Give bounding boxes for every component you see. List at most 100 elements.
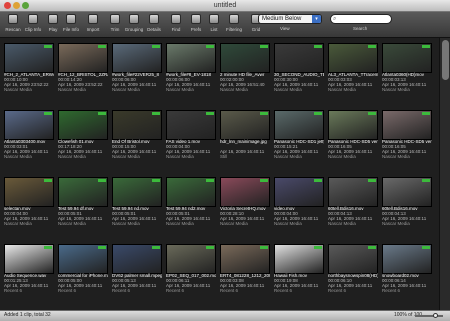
view-select[interactable]: Medium Below ▾ xyxy=(258,14,322,24)
clip-thumbnail[interactable] xyxy=(382,244,432,274)
search-input[interactable]: ⌕ xyxy=(330,14,392,24)
toolbar-button-details[interactable]: Details xyxy=(144,13,164,36)
clip-item[interactable]: 30_SECOND_AUDIO_TEST00:00:30:00Apr 16, 2… xyxy=(272,41,326,92)
clip-status-badge xyxy=(422,45,430,48)
clip-thumbnail[interactable] xyxy=(274,110,324,140)
clip-thumbnail[interactable] xyxy=(112,244,162,274)
clip-item[interactable]: Clowefish 01.mov 00:17:18:20 Apr 16, 2009 … xyxy=(56,108,110,159)
clip-item[interactable]: EP02_SEQ_017_002.mov 00:00:06:11 Apr 16, 2… xyxy=(164,242,218,293)
clip-item[interactable]: Victoria SecretHQ.mov 00:00:28:10 Apr 16, … xyxy=(218,175,272,226)
clip-thumbnail[interactable] xyxy=(382,177,432,207)
clip-thumbnail[interactable] xyxy=(274,43,324,73)
toolbar-button-find[interactable]: Find xyxy=(166,13,186,36)
clip-item[interactable]: northbaysnowspin08(HD) 00:00:06:10 Apr 16,… xyxy=(326,242,380,293)
clip-thumbnail[interactable] xyxy=(328,43,378,73)
chevron-down-icon: ▾ xyxy=(312,15,321,23)
clip-source: Nascar Media xyxy=(220,87,248,92)
clip-status-badge xyxy=(44,179,52,182)
clip-item[interactable]: End Of Bristol.mov 00:00:15:00 Apr 16, 200… xyxy=(110,108,164,159)
clip-source: Nascar Media xyxy=(112,221,140,226)
clip-item[interactable]: Audio Sequence.wav 00:01:25:13 Apr 16, 200… xyxy=(2,242,56,293)
clip-item[interactable]: selectan.mov 00:00:04:00 Apr 16, 2009 16:4… xyxy=(2,175,56,226)
clip-item[interactable]: #CH_12_BRISTOL_2ZRAR 00:00:14:20 Apr 16, 2… xyxy=(56,41,110,92)
scrollbar-thumb[interactable] xyxy=(442,40,449,80)
clip-source: Nascar Media xyxy=(382,221,410,226)
toolbar-button-play[interactable]: Play xyxy=(43,13,63,36)
clip-item[interactable]: video.mov 00:00:04:00 Apr 16, 2009 16:40:1… xyxy=(272,175,326,226)
clip-item[interactable]: #work_file#22VER25_8 00:00:06:00 Apr 16, 2… xyxy=(110,41,164,92)
toolbar-button-filtering[interactable]: Filtering xyxy=(224,13,244,36)
clip-thumbnail[interactable] xyxy=(4,43,54,73)
clip-thumbnail[interactable] xyxy=(58,43,108,73)
view-label: View xyxy=(280,26,290,31)
clip-thumbnail[interactable] xyxy=(220,244,270,274)
clip-item[interactable]: Panasonic HDC-SD5 vere 00:00:16:05 Apr 16,… xyxy=(326,108,380,159)
clip-item[interactable]: snowboard02.mov 00:00:06:14 Apr 16, 2009 1… xyxy=(380,242,434,293)
clip-item[interactable]: 60tell.Bdis16.mov 00:00:04:13 Apr 16, 2009… xyxy=(380,175,434,226)
clip-source: Nascar Media xyxy=(166,87,194,92)
window-titlebar: untitled xyxy=(0,0,450,12)
clip-item[interactable]: 60tell.Bdis16.mov 00:00:04:13 Apr 16, 2009… xyxy=(326,175,380,226)
clip-thumbnail[interactable] xyxy=(112,43,162,73)
clip-source: Nascar Media xyxy=(328,87,356,92)
toolbar-button-trim[interactable]: Trim xyxy=(105,13,125,36)
clip-source: Nascar Media xyxy=(4,221,32,226)
clip-item[interactable]: DV62 palmer small.mpeg 00:00:05:13 Apr 16,… xyxy=(110,242,164,293)
clip-thumbnail[interactable] xyxy=(382,110,432,140)
clip-thumbnail[interactable] xyxy=(112,110,162,140)
clip-item[interactable]: Panasonic HDC-SD5 vere 00:00:16:05 Apr 16,… xyxy=(380,108,434,159)
toolbar-button-list[interactable]: List xyxy=(204,13,224,36)
clip-status-badge xyxy=(44,246,52,249)
clip-thumbnail[interactable] xyxy=(58,110,108,140)
clip-thumbnail[interactable] xyxy=(166,177,216,207)
toolbar-button-import[interactable]: Import xyxy=(83,13,103,36)
clip-thumbnail[interactable] xyxy=(220,43,270,73)
clip-item[interactable]: ERT4_081228_1212_200 00:00:03:08 Apr 16, 2… xyxy=(218,242,272,293)
clip-item[interactable]: hdr_lnn_mainimage.jpg Apr 16, 2009 16:40:… xyxy=(218,108,272,159)
thumbnail-size-slider[interactable] xyxy=(415,313,443,318)
clip-thumbnail[interactable] xyxy=(4,110,54,140)
clip-item[interactable]: Test 59.94 nd.mov 00:00:05:01 Apr 16, 2009… xyxy=(110,175,164,226)
clip-thumbnail[interactable] xyxy=(4,244,54,274)
clip-status-badge xyxy=(314,179,322,182)
toolbar-button-file-info[interactable]: File Info xyxy=(61,13,81,36)
toolbar-button-rescan[interactable]: Rescan xyxy=(3,13,23,36)
clip-item[interactable]: Atlanta0303400.mov 00:00:03:01 Apr 16, 200… xyxy=(2,108,56,159)
clip-source: Recent 6 xyxy=(166,288,185,293)
clip-thumbnail[interactable] xyxy=(112,177,162,207)
clip-item[interactable]: #CH_2_ATLANTA_ERWAR 00:00:10:00 Apr 16, 20… xyxy=(2,41,56,92)
clip-thumbnail[interactable] xyxy=(166,43,216,73)
clip-thumbnail[interactable] xyxy=(220,177,270,207)
clip-item[interactable]: commercial for iPhone.m4v 00:00:05:00 Apr … xyxy=(56,242,110,293)
clip-item[interactable]: Test 59.94 nd2.mov 00:00:05:01 Apr 16, 200… xyxy=(164,175,218,226)
clip-thumbnail[interactable] xyxy=(328,244,378,274)
view-select-value: Medium Below xyxy=(262,16,302,22)
clip-thumbnail[interactable] xyxy=(220,110,270,140)
clip-thumbnail[interactable] xyxy=(274,244,324,274)
clip-item[interactable]: Atlanta0360(HD)mov 00:00:03:13 Apr 16, 200… xyxy=(380,41,434,92)
clip-item[interactable]: 2 minute HD file_Avwr 00:02:00:00 Apr 16, … xyxy=(218,41,272,92)
toolbar-button-prefs[interactable]: Prefs xyxy=(186,13,206,36)
clip-thumbnail[interactable] xyxy=(58,244,108,274)
clip-thumbnail[interactable] xyxy=(58,177,108,207)
clip-item[interactable]: AL3_ATLANTA_TTracemov 00:00:03:03 Apr 16, … xyxy=(326,41,380,92)
toolbar-button-grouping[interactable]: Grouping xyxy=(124,13,144,36)
clip-item[interactable]: Test 59.94 df.mov 00:00:05:01 Apr 16, 2009… xyxy=(56,175,110,226)
clip-item[interactable]: Hawaii Fish.mov 00:00:19:08 Apr 16, 2009 1… xyxy=(272,242,326,293)
clip-thumbnail[interactable] xyxy=(328,110,378,140)
clip-thumbnail[interactable] xyxy=(382,43,432,73)
slider-knob[interactable] xyxy=(433,313,438,318)
clip-thumbnail[interactable] xyxy=(274,177,324,207)
clip-grid: #CH_2_ATLANTA_ERWAR 00:00:10:00 Apr 16, 20… xyxy=(0,38,450,310)
clip-item[interactable]: Panasonic HDC-SD1 jetty 00:00:15:21 Apr 16… xyxy=(272,108,326,159)
clip-thumbnail[interactable] xyxy=(328,177,378,207)
clip-item[interactable]: FAS video 1.mov 00:00:04:00 Apr 16, 2009 1… xyxy=(164,108,218,159)
clip-thumbnail[interactable] xyxy=(4,177,54,207)
clip-thumbnail[interactable] xyxy=(166,244,216,274)
vertical-scrollbar[interactable] xyxy=(439,38,450,310)
toolbar-button-clip-info[interactable]: Clip Info xyxy=(23,13,43,36)
clip-status-badge xyxy=(44,112,52,115)
clip-source: Nascar Media xyxy=(112,87,140,92)
clip-item[interactable]: #work_file#8_EV-1818 00:00:06:00 Apr 16, 2… xyxy=(164,41,218,92)
clip-thumbnail[interactable] xyxy=(166,110,216,140)
